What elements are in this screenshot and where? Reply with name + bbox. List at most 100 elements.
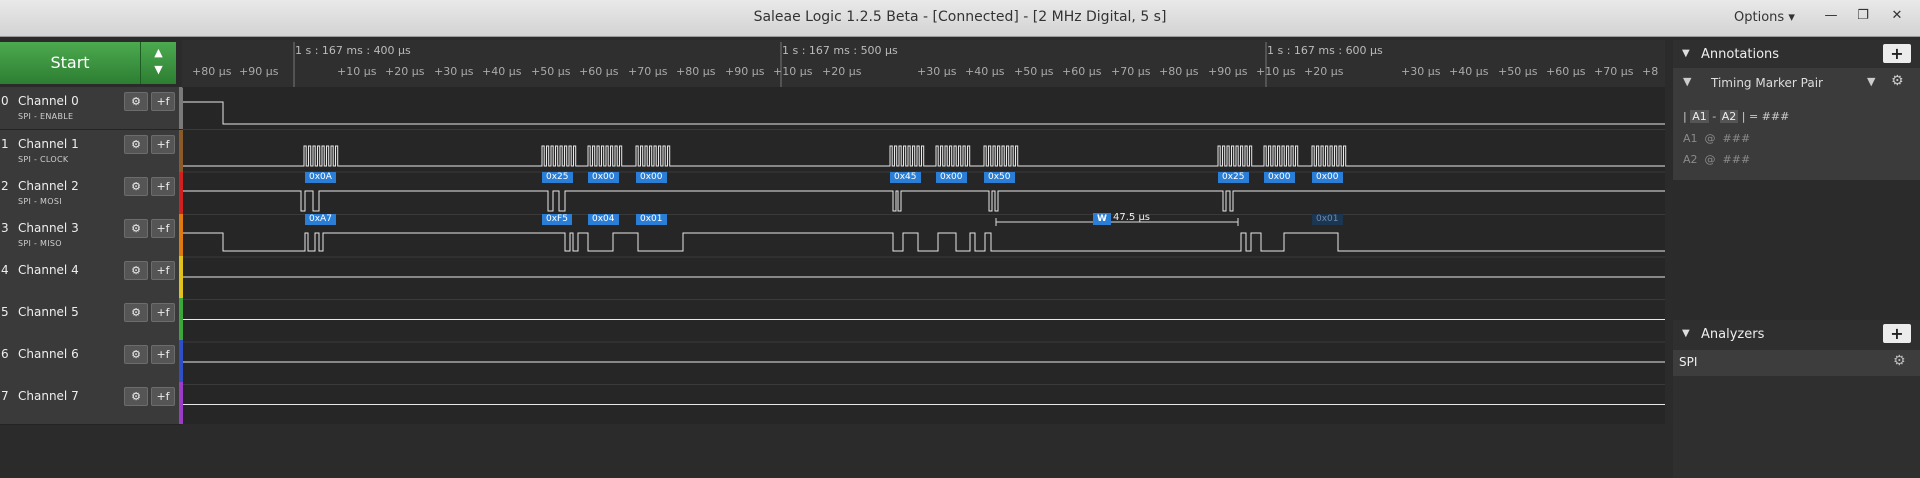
channel-sublabel: SPI - MISO — [18, 239, 62, 248]
channel-name[interactable]: Channel 0 — [18, 94, 79, 108]
ruler-tick-label: +80 μs — [1159, 65, 1199, 78]
channel-row: 1 Channel 1 SPI - CLOCK ⚙ +f — [0, 130, 182, 173]
ruler-tick-label: +10 μs — [773, 65, 813, 78]
analyzers-title: Analyzers — [1701, 327, 1765, 342]
ruler-tick-label: +30 μs — [434, 65, 474, 78]
channel-row: 7 Channel 7 ⚙ +f — [0, 382, 182, 425]
miso-byte-badge[interactable]: 0x01 — [636, 214, 667, 225]
add-annotation-button[interactable]: + — [1883, 44, 1911, 63]
analyzer-item[interactable]: SPI ⚙ — [1673, 350, 1920, 376]
channel-2-waveform — [183, 190, 1665, 212]
mosi-byte-badge[interactable]: 0x0A — [305, 172, 336, 183]
ruler-tick-label: +20 μs — [1304, 65, 1344, 78]
add-analyzer-button[interactable]: + — [1883, 324, 1911, 343]
mosi-byte-badge[interactable]: 0x00 — [1264, 172, 1295, 183]
channel-row: 0 Channel 0 SPI - ENABLE ⚙ +f — [0, 87, 182, 130]
channel-row: 5 Channel 5 ⚙ +f — [0, 298, 182, 341]
arrow-down-icon[interactable]: ▼ — [141, 63, 176, 76]
ruler-tick-label: +70 μs — [1594, 65, 1634, 78]
gear-icon[interactable]: ⚙ — [124, 135, 148, 154]
channel-name[interactable]: Channel 6 — [18, 347, 79, 361]
restore-button[interactable]: ❐ — [1848, 2, 1878, 30]
width-marker-badge[interactable]: W — [1093, 213, 1111, 225]
miso-byte-badge[interactable]: 0x01 — [1312, 214, 1343, 225]
ruler-tick-label: +8 — [1642, 65, 1659, 78]
channel-name[interactable]: Channel 3 — [18, 221, 79, 235]
trigger-icon[interactable]: +f — [151, 261, 175, 280]
channel-name[interactable]: Channel 7 — [18, 389, 79, 403]
pair-dash: - — [1712, 110, 1717, 123]
trigger-icon[interactable]: +f — [151, 135, 175, 154]
channel-0-waveform — [183, 101, 1665, 125]
gear-icon[interactable]: ⚙ — [124, 177, 148, 196]
gear-icon[interactable]: ⚙ — [124, 387, 148, 406]
channel-name[interactable]: Channel 1 — [18, 137, 79, 151]
a2-position: A2 @ ### — [1683, 153, 1751, 166]
mosi-byte-badge[interactable]: 0x00 — [636, 172, 667, 183]
mosi-byte-badge[interactable]: 0x00 — [1312, 172, 1343, 183]
ruler-tick-label: +10 μs — [337, 65, 377, 78]
gear-icon[interactable]: ⚙ — [124, 92, 148, 111]
trigger-icon[interactable]: +f — [151, 92, 175, 111]
channel-sublabel: SPI - ENABLE — [18, 112, 74, 121]
channel-row: 3 Channel 3 SPI - MISO ⚙ +f — [0, 214, 182, 257]
channel-name[interactable]: Channel 5 — [18, 305, 79, 319]
ruler-tick-label: +90 μs — [239, 65, 279, 78]
minimize-button[interactable]: — — [1816, 2, 1846, 30]
gear-icon[interactable]: ⚙ — [1891, 73, 1904, 89]
trigger-icon[interactable]: +f — [151, 387, 175, 406]
mosi-byte-badge[interactable]: 0x00 — [588, 172, 619, 183]
mosi-byte-badge[interactable]: 0x50 — [984, 172, 1015, 183]
collapse-icon[interactable]: ▼ — [1682, 328, 1690, 339]
gear-icon[interactable]: ⚙ — [1893, 353, 1906, 369]
ruler-tick-label: +20 μs — [385, 65, 425, 78]
channel-3-waveform — [183, 232, 1665, 252]
trigger-icon[interactable]: +f — [151, 345, 175, 364]
gear-icon[interactable]: ⚙ — [124, 261, 148, 280]
gear-icon[interactable]: ⚙ — [124, 219, 148, 238]
time-ruler[interactable]: 1 s : 167 ms : 400 μs 1 s : 167 ms : 500… — [182, 40, 1665, 88]
ruler-tick-label: +30 μs — [1401, 65, 1441, 78]
close-button[interactable]: ✕ — [1882, 2, 1912, 30]
arrow-up-icon[interactable]: ▲ — [141, 46, 176, 59]
channel-number: 5 — [1, 305, 9, 319]
mosi-byte-badge[interactable]: 0x00 — [936, 172, 967, 183]
marker-pair-row[interactable]: ▼ Timing Marker Pair ▼ ⚙ — [1679, 71, 1914, 95]
start-options[interactable]: ▲ ▼ — [141, 42, 176, 84]
a1-position: A1 @ ### — [1683, 132, 1751, 145]
miso-byte-badge[interactable]: 0xF5 — [542, 214, 572, 225]
miso-byte-badge[interactable]: 0x04 — [588, 214, 619, 225]
ruler-tick-label: +40 μs — [965, 65, 1005, 78]
a2-badge: A2 — [1719, 110, 1739, 123]
gear-icon[interactable]: ⚙ — [124, 303, 148, 322]
ruler-tick-label: +80 μs — [192, 65, 232, 78]
miso-byte-badge[interactable]: 0xA7 — [305, 214, 336, 225]
right-panel-spacer — [1673, 180, 1920, 320]
gear-icon[interactable]: ⚙ — [124, 345, 148, 364]
channel-name[interactable]: Channel 2 — [18, 179, 79, 193]
mosi-byte-badge[interactable]: 0x45 — [890, 172, 921, 183]
analyzer-name: SPI — [1679, 355, 1698, 369]
channel-row: 6 Channel 6 ⚙ +f — [0, 340, 182, 383]
channel-number: 0 — [1, 94, 9, 108]
trigger-icon[interactable]: +f — [151, 177, 175, 196]
mosi-byte-badge[interactable]: 0x25 — [542, 172, 573, 183]
channel-name[interactable]: Channel 4 — [18, 263, 79, 277]
ruler-tick-label: +50 μs — [1498, 65, 1538, 78]
waveform-canvas[interactable] — [183, 87, 1665, 424]
waveform-area[interactable]: 0x0A 0x25 0x00 0x00 0x45 0x00 0x50 0x25 0x00 0x00… — [183, 87, 1665, 424]
title-bar: Saleae Logic 1.2.5 Beta - [Connected] - … — [0, 0, 1920, 37]
dropdown-icon[interactable]: ▼ — [1867, 75, 1875, 88]
ruler-tick-label: +50 μs — [531, 65, 571, 78]
ruler-tick-label: +10 μs — [1256, 65, 1296, 78]
options-menu[interactable]: Options ▾ — [1734, 10, 1795, 25]
channel-sublabel: SPI - MOSI — [18, 197, 62, 206]
trigger-icon[interactable]: +f — [151, 219, 175, 238]
trigger-icon[interactable]: +f — [151, 303, 175, 322]
start-button[interactable]: Start — [0, 42, 141, 84]
pair-summary: | A1 - A2 | = ### — [1683, 110, 1790, 123]
ruler-tick-label: +70 μs — [1111, 65, 1151, 78]
mosi-byte-badge[interactable]: 0x25 — [1218, 172, 1249, 183]
collapse-icon[interactable]: ▼ — [1682, 48, 1690, 59]
ruler-tick-label: +90 μs — [725, 65, 765, 78]
